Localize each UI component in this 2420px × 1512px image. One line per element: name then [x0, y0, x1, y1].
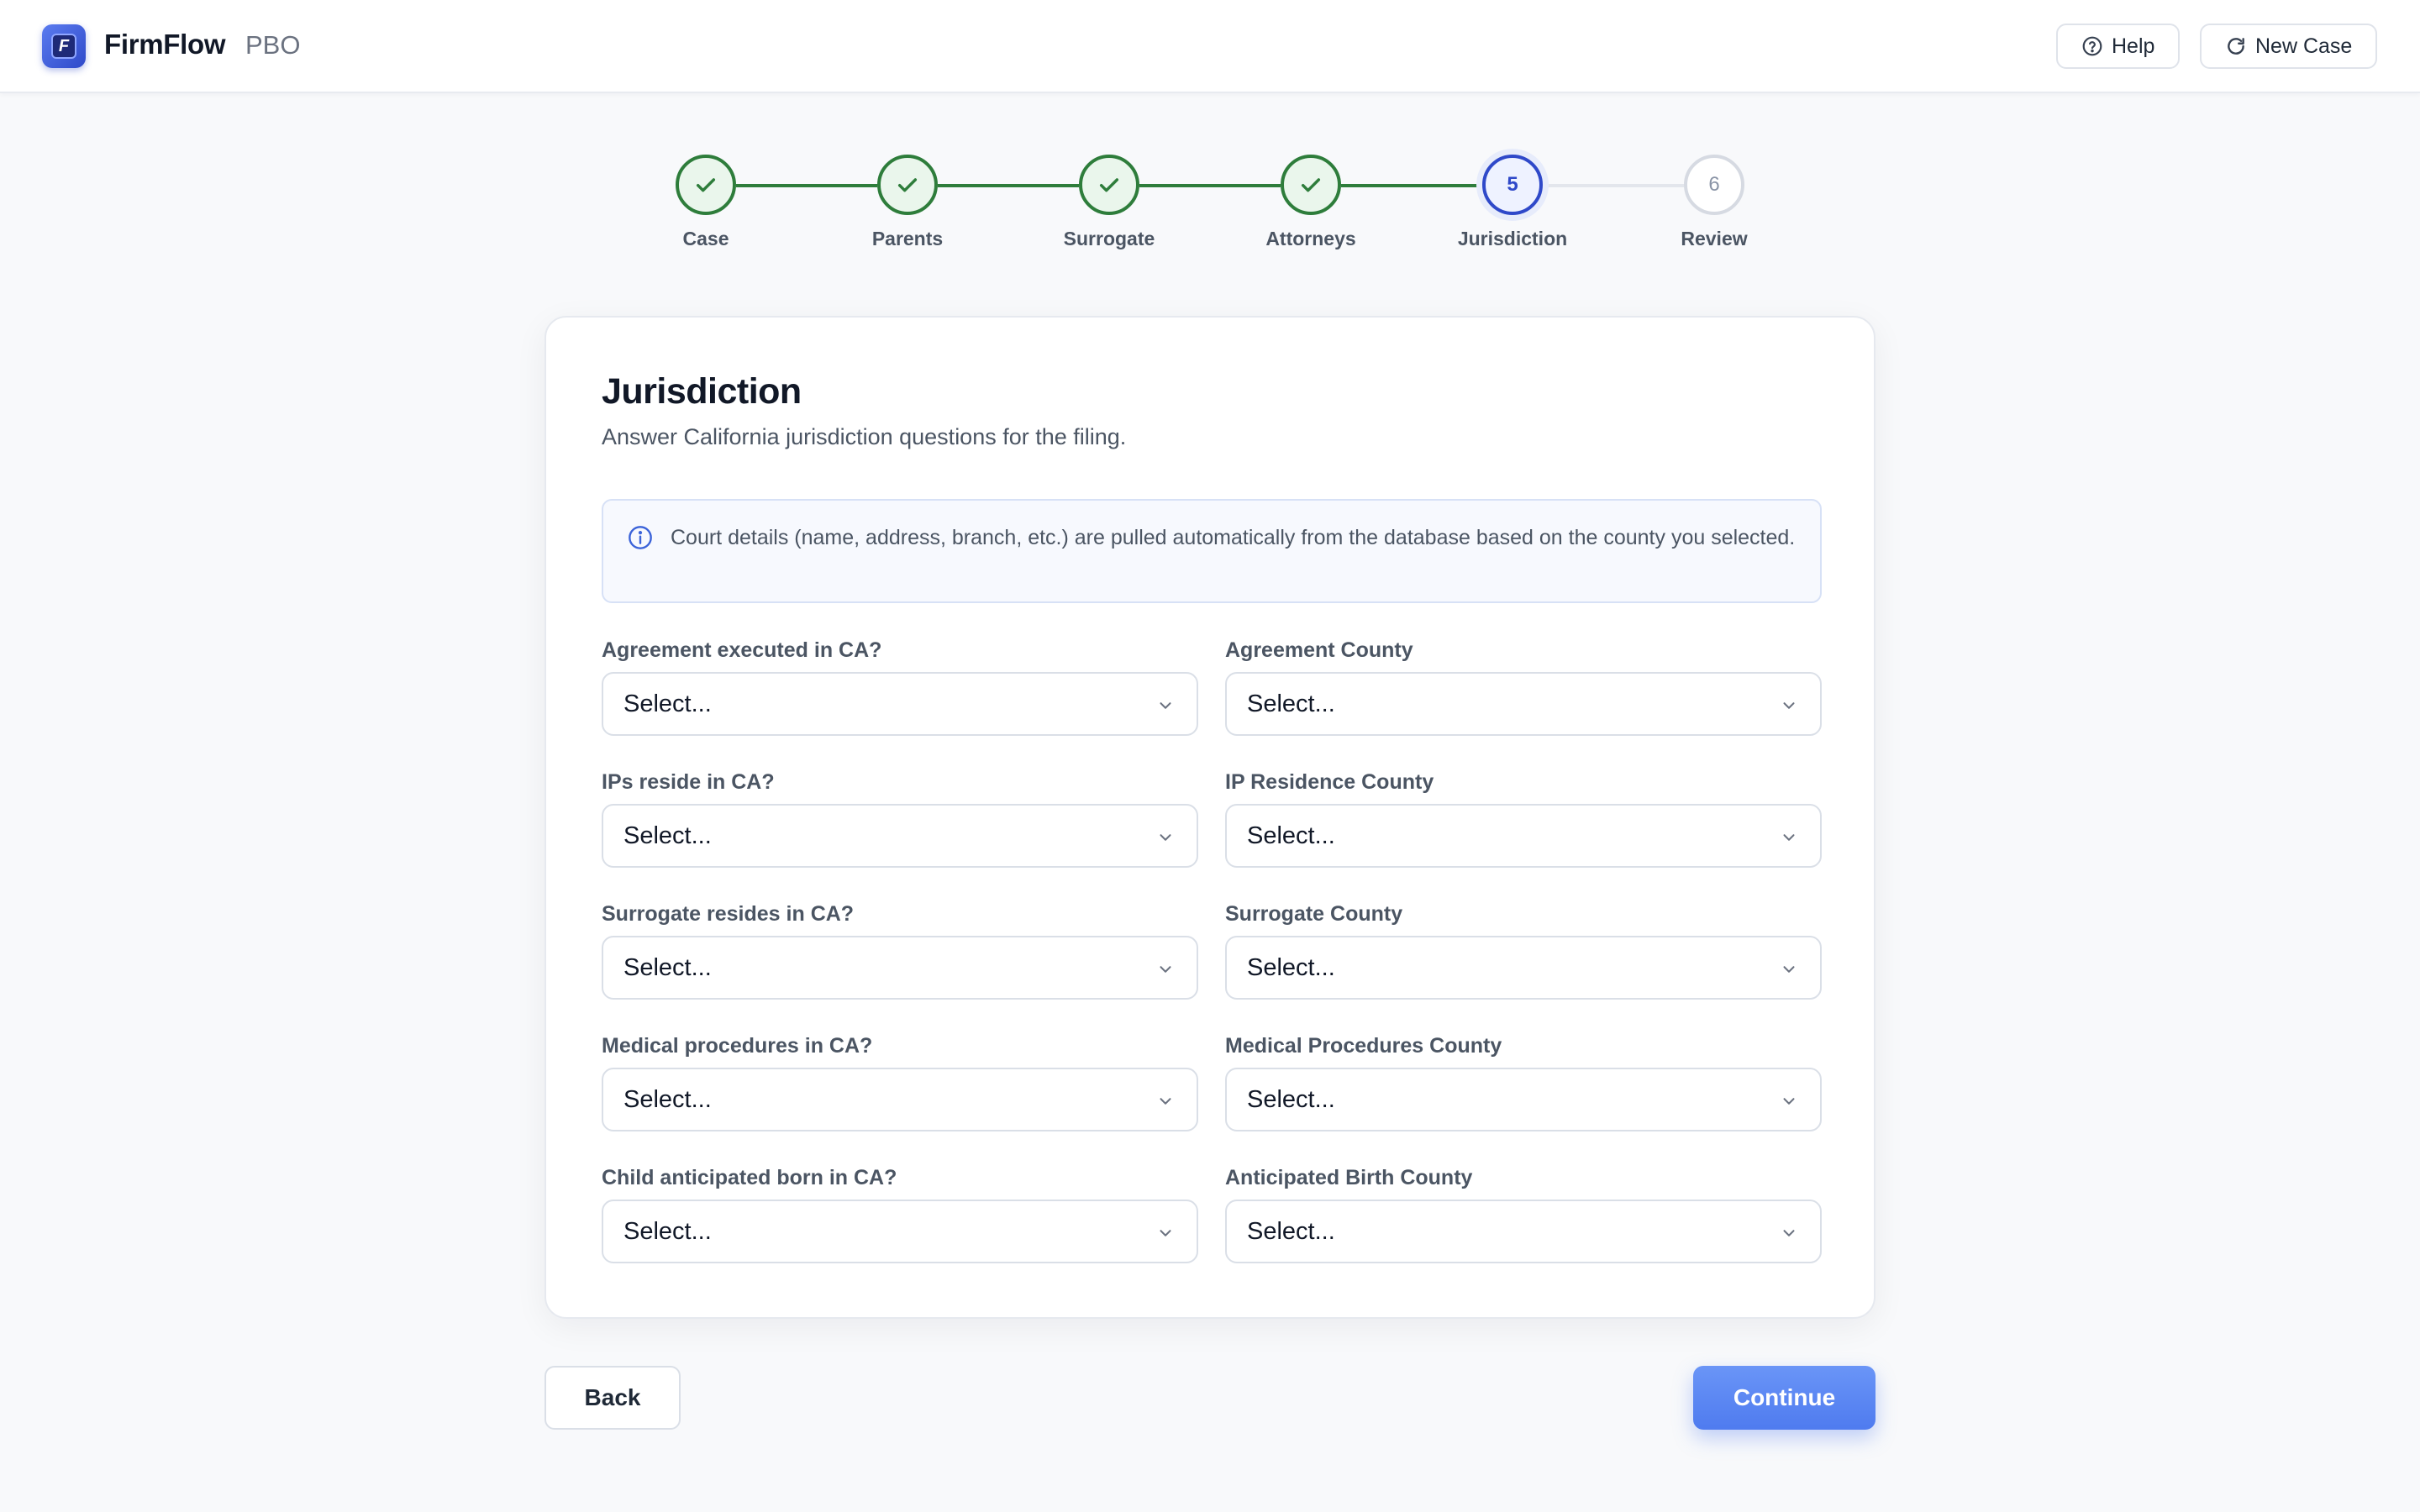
page-subtitle: Answer California jurisdiction questions…	[602, 424, 1127, 449]
medical-procedures-county-select[interactable]: Select...	[1225, 1068, 1822, 1131]
step-label: Review	[1681, 228, 1748, 249]
check-icon	[1301, 178, 1321, 192]
field-label: Agreement executed in CA?	[602, 638, 882, 662]
select-value: Select...	[1247, 1085, 1335, 1113]
select-value: Select...	[1247, 953, 1335, 981]
surrogate-resides-select[interactable]: Select...	[602, 936, 1198, 1000]
check-icon	[897, 178, 918, 192]
step-label: Attorneys	[1265, 228, 1356, 249]
page-title: Jurisdiction	[602, 371, 802, 412]
back-button[interactable]: Back	[544, 1366, 681, 1430]
field-label: IPs reside in CA?	[602, 770, 775, 794]
step-connector	[1139, 184, 1281, 187]
chevron-down-icon	[1160, 702, 1171, 709]
field-label: IP Residence County	[1225, 770, 1434, 794]
step-connector	[1341, 184, 1482, 187]
chevron-down-icon	[1783, 702, 1795, 709]
info-banner: Court details (name, address, branch, et…	[602, 499, 1822, 603]
surrogate-county-select[interactable]: Select...	[1225, 936, 1822, 1000]
step-attorneys[interactable]	[1281, 155, 1341, 215]
chevron-down-icon	[1783, 966, 1795, 973]
field-label: Child anticipated born in CA?	[602, 1166, 897, 1189]
jurisdiction-card: Jurisdiction Answer California jurisdict…	[544, 316, 1876, 1319]
step-surrogate[interactable]	[1079, 155, 1139, 215]
chevron-down-icon	[1160, 834, 1171, 841]
step-label: Surrogate	[1063, 228, 1155, 249]
chevron-down-icon	[1160, 966, 1171, 973]
chevron-down-icon	[1783, 834, 1795, 841]
medical-procedures-select[interactable]: Select...	[602, 1068, 1198, 1131]
chevron-down-icon	[1160, 1098, 1171, 1105]
chevron-down-icon	[1160, 1230, 1171, 1236]
child-born-select[interactable]: Select...	[602, 1200, 1198, 1263]
field-label: Agreement County	[1225, 638, 1413, 662]
select-value: Select...	[623, 953, 712, 981]
step-case[interactable]	[676, 155, 736, 215]
select-value: Select...	[1247, 1217, 1335, 1245]
step-parents[interactable]	[877, 155, 938, 215]
progress-stepper: Case Parents Surrogate Attorneys 5 Juris…	[0, 0, 2420, 269]
field-label: Medical procedures in CA?	[602, 1034, 873, 1058]
chevron-down-icon	[1783, 1230, 1795, 1236]
step-connector	[938, 184, 1079, 187]
anticipated-birth-county-select[interactable]: Select...	[1225, 1200, 1822, 1263]
step-connector	[736, 184, 877, 187]
continue-button[interactable]: Continue	[1693, 1366, 1876, 1430]
step-jurisdiction[interactable]: 5	[1482, 155, 1543, 215]
chevron-down-icon	[1783, 1098, 1795, 1105]
step-connector	[1543, 184, 1684, 187]
select-value: Select...	[1247, 690, 1335, 717]
field-label: Surrogate resides in CA?	[602, 902, 855, 926]
step-label: Parents	[871, 228, 944, 249]
step-review[interactable]: 6	[1684, 155, 1744, 215]
agreement-executed-select[interactable]: Select...	[602, 672, 1198, 736]
field-label: Medical Procedures County	[1225, 1034, 1502, 1058]
check-icon	[1099, 178, 1119, 192]
step-label: Jurisdiction	[1457, 228, 1568, 249]
field-label: Anticipated Birth County	[1225, 1166, 1473, 1189]
info-icon	[629, 526, 652, 549]
ips-reside-select[interactable]: Select...	[602, 804, 1198, 868]
ip-residence-county-select[interactable]: Select...	[1225, 804, 1822, 868]
step-label: Case	[682, 228, 729, 249]
select-value: Select...	[1247, 822, 1335, 849]
info-text: Court details (name, address, branch, et…	[671, 526, 1796, 549]
check-icon	[696, 178, 716, 192]
select-value: Select...	[623, 822, 712, 849]
select-value: Select...	[623, 690, 712, 717]
select-value: Select...	[623, 1085, 712, 1113]
field-label: Surrogate County	[1225, 902, 1403, 926]
select-value: Select...	[623, 1217, 712, 1245]
agreement-county-select[interactable]: Select...	[1225, 672, 1822, 736]
